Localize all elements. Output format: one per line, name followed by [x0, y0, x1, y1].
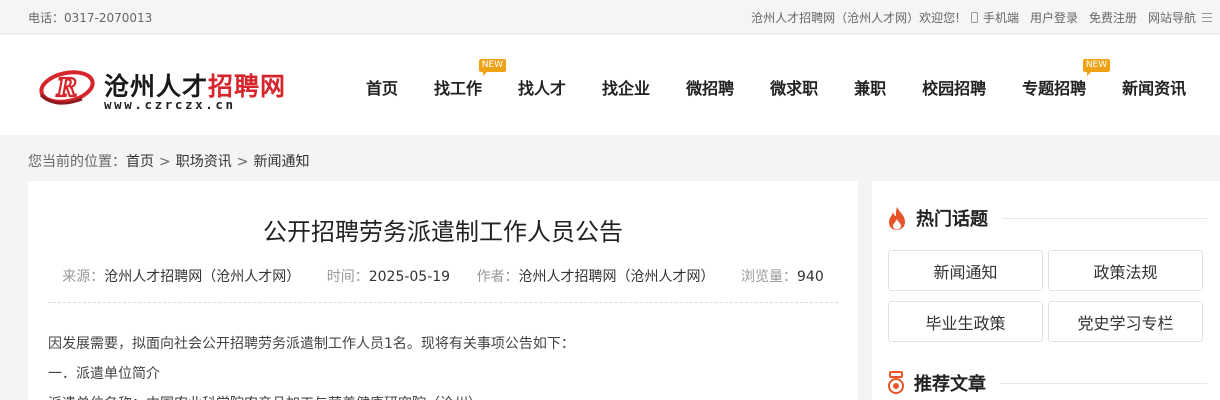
logo-emblem-icon: R: [39, 70, 95, 105]
breadcrumb-news-notice[interactable]: 新闻通知: [253, 154, 309, 170]
article-author: 沧州人才招聘网（沧州人才网）: [518, 269, 715, 285]
nav-item-micro-jobseek[interactable]: 微求职: [770, 75, 818, 99]
article-meta: 来源：沧州人才招聘网（沧州人才网） 时间：2025-05-19 作者：沧州人才招…: [62, 269, 824, 285]
article-body: 因发展需要，拟面向社会公开招聘劳务派遣制工作人员1名。现将有关事项公告如下： 一…: [48, 329, 575, 400]
breadcrumb-career-news[interactable]: 职场资讯: [176, 154, 232, 170]
phone-number: 电话：0317-2070013: [28, 11, 153, 25]
register-link[interactable]: 免费注册: [1089, 9, 1137, 26]
top-bar: 电话：0317-2070013 沧州人才招聘网（沧州人才网）欢迎您! 手机端 用…: [0, 0, 1220, 34]
svg-text:R: R: [56, 73, 77, 102]
article-panel: 公开招聘劳务派遣制工作人员公告 来源：沧州人才招聘网（沧州人才网） 时间：202…: [28, 181, 858, 400]
flame-icon: [889, 206, 905, 230]
nav-item-micro-recruit[interactable]: 微招聘: [686, 75, 734, 99]
site-nav-link[interactable]: 网站导航: [1148, 9, 1212, 26]
article-views: 940: [797, 269, 824, 285]
tag-policy[interactable]: 政策法规: [1048, 250, 1203, 291]
new-badge: NEW: [478, 59, 507, 76]
meta-divider: [48, 302, 838, 303]
nav-item-special[interactable]: 专题招聘 NEW: [1022, 59, 1111, 99]
nav-item-find-talent[interactable]: 找人才: [518, 75, 566, 99]
article-paragraph: 派遣单位名称：中国农业科学院农产品加工与营养健康研究院（沧州）: [48, 389, 575, 400]
article-paragraph: 一．派遣单位简介: [48, 366, 160, 382]
login-link[interactable]: 用户登录: [1030, 9, 1078, 26]
article-time: 2025-05-19: [368, 269, 451, 285]
hot-topics-title: 热门话题: [916, 209, 988, 230]
site-logo[interactable]: R 沧州人才招聘网 www.czrczx.cn: [38, 63, 308, 113]
hot-topic-tags: 新闻通知 政策法规 毕业生政策 党史学习专栏: [888, 250, 1203, 342]
nav-item-parttime[interactable]: 兼职: [854, 75, 886, 99]
new-badge: NEW: [1082, 59, 1111, 76]
nav-item-campus[interactable]: 校园招聘: [922, 75, 986, 99]
breadcrumb-home[interactable]: 首页: [126, 154, 154, 170]
nav-item-find-job[interactable]: 找工作 NEW: [434, 59, 507, 99]
tag-party-history[interactable]: 党史学习专栏: [1048, 301, 1203, 342]
recommend-title: 推荐文章: [914, 374, 986, 395]
recommend-header: 推荐文章: [887, 370, 1207, 396]
nav-item-news[interactable]: 新闻资讯: [1122, 75, 1186, 99]
tag-graduate-policy[interactable]: 毕业生政策: [888, 301, 1043, 342]
welcome-text: 沧州人才招聘网（沧州人才网）欢迎您!: [751, 11, 960, 25]
logo-url: www.czrczx.cn: [104, 97, 236, 112]
breadcrumb: 您当前的位置：首页 > 职场资讯 > 新闻通知: [28, 154, 310, 170]
hot-topics-header: 热门话题: [887, 205, 1207, 231]
main-nav: 首页 找工作 NEW 找人才 找企业 微招聘 微求职 兼职 校园招聘 专题招聘 NE…: [366, 59, 1186, 99]
nav-item-find-company[interactable]: 找企业: [602, 75, 650, 99]
article-source: 沧州人才招聘网（沧州人才网）: [104, 269, 301, 285]
article-title: 公开招聘劳务派遣制工作人员公告: [263, 218, 623, 246]
menu-icon: [1202, 13, 1212, 22]
nav-item-home[interactable]: 首页: [366, 75, 398, 99]
tag-news-notice[interactable]: 新闻通知: [888, 250, 1043, 291]
header: R 沧州人才招聘网 www.czrczx.cn 首页 找工作 NEW 找人才 找企…: [0, 35, 1220, 135]
article-paragraph: 因发展需要，拟面向社会公开招聘劳务派遣制工作人员1名。现将有关事项公告如下：: [48, 336, 575, 352]
top-bar-links: 沧州人才招聘网（沧州人才网）欢迎您! 手机端 用户登录 免费注册 网站导航: [751, 9, 1220, 26]
mobile-link[interactable]: 手机端: [970, 9, 1019, 26]
mobile-phone-icon: [970, 12, 978, 23]
sidebar: 热门话题 新闻通知 政策法规 毕业生政策 党史学习专栏 推荐文章: [872, 181, 1220, 400]
medal-icon: [888, 371, 904, 394]
